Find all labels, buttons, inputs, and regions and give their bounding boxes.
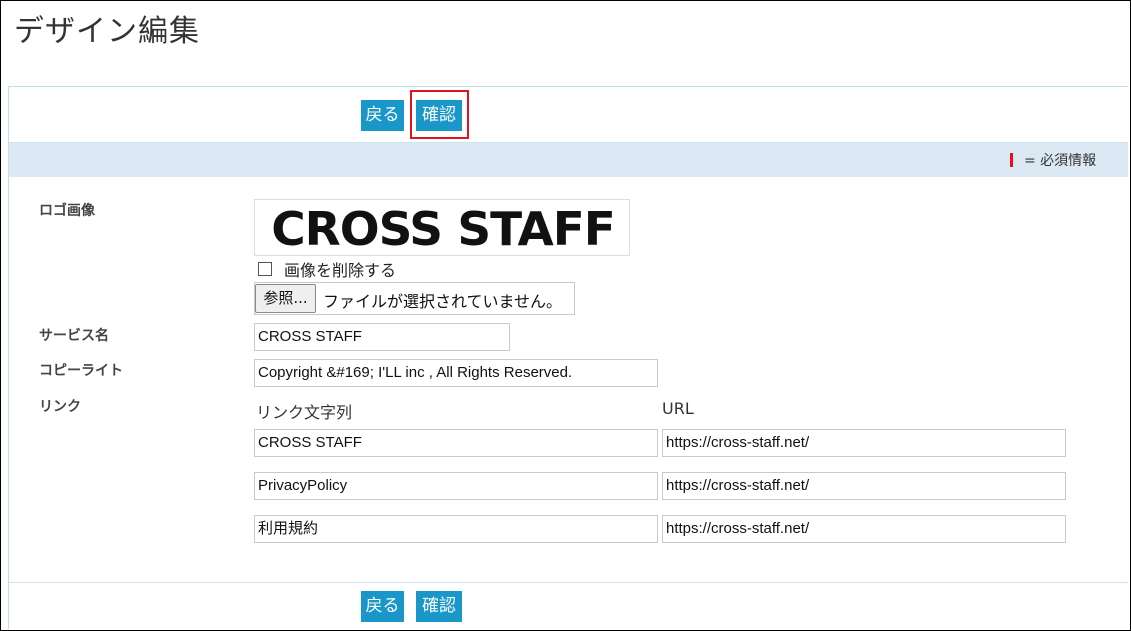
copyright-label: コピーライト — [39, 363, 123, 379]
link-url-input-2[interactable]: https://cross-staff.net/ — [662, 472, 1066, 500]
divider-bottom — [9, 582, 1128, 583]
required-mark-icon — [1010, 153, 1013, 167]
required-info-text: = 必須情報 — [1024, 153, 1097, 169]
link-text-input-1[interactable]: CROSS STAFF — [254, 429, 658, 457]
copyright-input[interactable]: Copyright &#169; I'LL inc , All Rights R… — [254, 359, 658, 387]
logo-label: ロゴ画像 — [39, 203, 95, 219]
confirm-button-highlight — [410, 90, 469, 139]
link-text-input-2[interactable]: PrivacyPolicy — [254, 472, 658, 500]
delete-image-label[interactable]: 画像を削除する — [284, 257, 396, 281]
browse-button[interactable]: 参照... — [255, 284, 316, 313]
logo-image-text: CROSS STAFF — [271, 201, 616, 256]
link-url-input-1[interactable]: https://cross-staff.net/ — [662, 429, 1066, 457]
link-url-input-3[interactable]: https://cross-staff.net/ — [662, 515, 1066, 543]
file-status-text: ファイルが選択されていません。 — [323, 292, 563, 311]
confirm-button-bottom[interactable]: 確認 — [416, 591, 462, 622]
back-button-top[interactable]: 戻る — [361, 100, 404, 131]
link-text-input-3[interactable]: 利用規約 — [254, 515, 658, 543]
service-name-label: サービス名 — [39, 328, 109, 344]
back-button-bottom[interactable]: 戻る — [361, 591, 404, 622]
link-text-column-header: リンク文字列 — [256, 403, 353, 422]
page-title: デザイン編集 — [14, 14, 200, 49]
delete-image-checkbox[interactable] — [258, 262, 272, 276]
logo-image: CROSS STAFF — [254, 199, 630, 256]
link-url-column-header: URL — [662, 399, 694, 418]
links-label: リンク — [39, 399, 81, 415]
service-name-input[interactable]: CROSS STAFF — [254, 323, 510, 351]
required-info-bar — [9, 143, 1128, 177]
